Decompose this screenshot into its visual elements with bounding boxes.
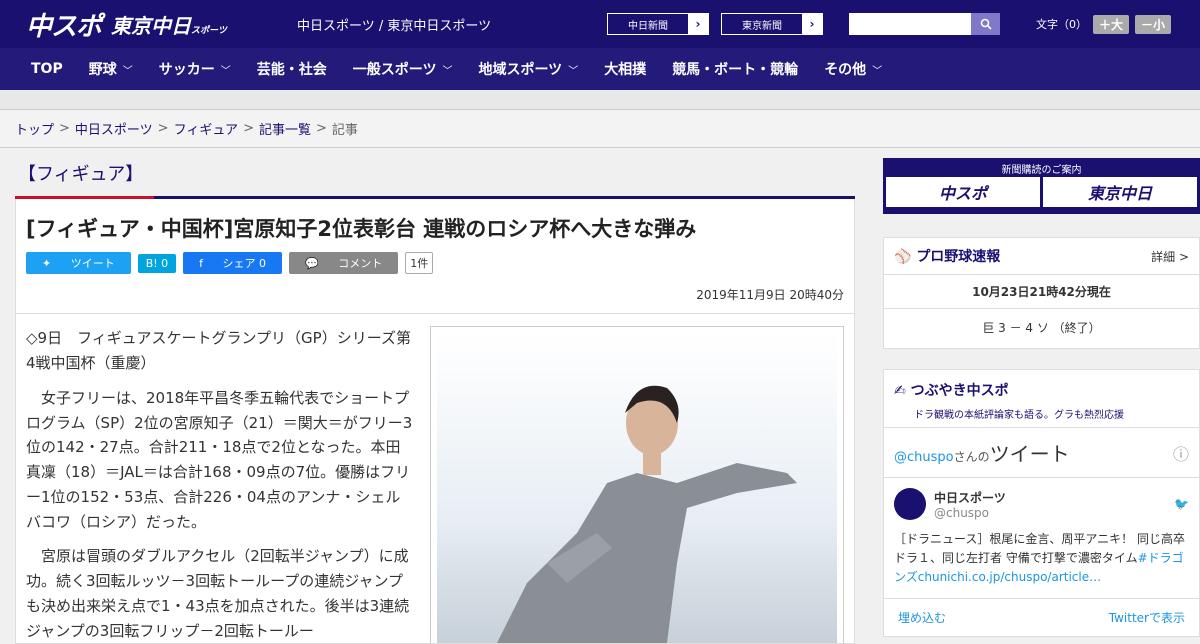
breadcrumb: トップ > 中日スポーツ > フィギュア > 記事一覧 > 記事 — [0, 110, 1200, 148]
hatena-bookmark-button[interactable]: B! 0 — [137, 253, 177, 273]
search-input[interactable] — [849, 13, 971, 35]
ad-band — [0, 90, 1200, 110]
font-size-label: 文字（0） — [1036, 18, 1087, 31]
chevron-down-icon: ﹀ — [872, 66, 883, 77]
twitter-bird-icon[interactable]: 🐦 — [1174, 497, 1189, 511]
subscription-title: 新聞購読のご案内 — [1001, 165, 1082, 176]
tweets-user-link[interactable]: @chuspo — [894, 450, 954, 465]
logo-tokyo-chunichi[interactable]: 東京中日スポーツ — [111, 10, 227, 39]
article-title: [フィギュア・中国杯]宮原知子2位表彰台 連戦のロシア杯へ大きな弾み — [26, 217, 697, 241]
nav-baseball[interactable]: 野球 ﹀ — [76, 59, 146, 79]
twitter-icon: ✦ — [42, 257, 55, 271]
logo-chuspo[interactable]: 中スポ — [26, 6, 102, 43]
site-name: 中日スポーツ / 東京中日スポーツ — [297, 18, 492, 34]
breadcrumb-article-list[interactable]: 記事一覧 — [259, 119, 311, 138]
tweet-text: ［ドラニュース］根尾に金言、周平アニキ！ 同じ高卒ドラ１、同じ左打者 守備で打撃… — [894, 532, 1185, 585]
site-logo[interactable]: 中スポ 東京中日スポーツ — [0, 6, 285, 43]
article-header: [フィギュア・中国杯]宮原知子2位表彰台 連戦のロシア杯へ大きな弾み ✦ ツイー… — [15, 199, 855, 315]
info-icon[interactable]: ⓘ — [1173, 441, 1189, 465]
skater-image — [437, 333, 837, 644]
twitter-widget: ✍ つぶやき中スポ ドラ観戦の本紙評論家も語る。グラも熱烈応援 @chuspoさ… — [883, 369, 1200, 637]
embed-link[interactable]: 埋め込む — [898, 609, 946, 626]
breadcrumb-top[interactable]: トップ — [15, 119, 54, 138]
social-buttons: ✦ ツイート B! 0 f シェア 0 💬 コメント 1件 — [26, 252, 844, 275]
article-paragraph: 宮原は冒頭のダブルアクセル（2回転半ジャンプ）に成功。続く3回転ルッツ－3回転ト… — [26, 547, 410, 640]
chevron-down-icon: ﹀ — [122, 66, 133, 77]
facebook-share-button[interactable]: f シェア 0 — [183, 252, 283, 275]
article-paragraph: ◇9日 フィギュアスケートグランプリ（GP）シリーズ第4戦中国杯（重慶） — [26, 329, 411, 373]
font-smaller-button[interactable]: －小 — [1135, 14, 1172, 34]
tweet-button[interactable]: ✦ ツイート — [26, 252, 131, 275]
pen-icon: ✍ — [894, 383, 911, 399]
top-header: 中スポ 東京中日スポーツ 中日スポーツ / 東京中日スポーツ 中日新聞 › 東京新… — [0, 0, 1200, 48]
comment-button[interactable]: 💬 コメント — [289, 252, 399, 275]
baseball-title: ⚾ プロ野球速報 — [894, 249, 1001, 265]
baseball-scores-widget: ⚾ プロ野球速報 詳細 > 10月23日21時42分現在 巨 3 － 4 ソ （終… — [883, 237, 1200, 349]
chunichi-newspaper-link[interactable]: 中日新聞 › — [607, 13, 709, 35]
comment-count[interactable]: 1件 — [405, 252, 434, 275]
nav-other[interactable]: その他 ﹀ — [811, 59, 895, 79]
breadcrumb-figure[interactable]: フィギュア — [174, 119, 238, 138]
facebook-icon: f — [199, 257, 207, 271]
chevron-down-icon: ﹀ — [568, 66, 579, 77]
chevron-down-icon: ﹀ — [442, 66, 453, 77]
nav-general-sports[interactable]: 一般スポーツ ﹀ — [340, 59, 466, 79]
article-body: ◇9日 フィギュアスケートグランプリ（GP）シリーズ第4戦中国杯（重慶） 女子フ… — [15, 314, 855, 644]
chevron-down-icon: ﹀ — [220, 66, 231, 77]
view-on-twitter-link[interactable]: Twitterで表示 — [1109, 609, 1185, 626]
subscribe-chuspo[interactable]: 中スポ — [886, 177, 1040, 207]
subscribe-tokyo-chunichi[interactable]: 東京中日 — [1043, 177, 1197, 207]
tsubuyaki-subtitle: ドラ観戦の本紙評論家も語る。グラも熱烈応援 — [914, 410, 1124, 421]
category-divider — [15, 196, 855, 199]
tweets-header: @chuspoさんのツイート ⓘ — [884, 427, 1199, 477]
tweet-author-handle[interactable]: @chuspo — [934, 506, 1166, 520]
breadcrumb-chuspo[interactable]: 中日スポーツ — [75, 119, 153, 138]
baseball-more-link[interactable]: 詳細 > — [1151, 248, 1189, 265]
article-photo[interactable] — [430, 326, 844, 644]
tweet-item[interactable]: 中日スポーツ @chuspo 🐦 ［ドラニュース］根尾に金言、周平アニキ！ 同じ高… — [884, 477, 1199, 598]
search-icon — [980, 18, 992, 30]
nav-soccer[interactable]: サッカー ﹀ — [146, 59, 244, 79]
font-larger-button[interactable]: ＋大 — [1093, 14, 1130, 34]
baseball-icon: ⚾ — [894, 249, 917, 265]
tweet-author-name[interactable]: 中日スポーツ — [934, 489, 1166, 506]
nav-local-sports[interactable]: 地域スポーツ ﹀ — [465, 59, 591, 79]
breadcrumb-current: 記事 — [331, 123, 358, 138]
article-date: 2019年11月9日 20時40分 — [696, 288, 844, 303]
nav-racing[interactable]: 競馬・ボート・競輪 — [659, 59, 811, 79]
nav-top[interactable]: TOP — [18, 61, 76, 77]
nav-entertainment[interactable]: 芸能・社会 — [244, 59, 340, 79]
search-form — [849, 13, 1000, 35]
main-nav: TOP 野球 ﹀ サッカー ﹀ 芸能・社会 一般スポーツ ﹀ 地域スポーツ ﹀ 大相撲 … — [0, 48, 1200, 90]
baseball-time: 10月23日21時42分現在 — [884, 275, 1199, 309]
category-heading: 【フィギュア】 — [18, 164, 144, 185]
chevron-right-icon: › — [695, 17, 701, 31]
article-paragraph: 女子フリーは、2018年平昌冬季五輪代表でショートプログラム（SP）2位の宮原知… — [26, 388, 413, 531]
search-button[interactable] — [971, 13, 1000, 35]
chevron-right-icon: › — [809, 17, 815, 31]
tweet-url-link[interactable]: chunichi.co.jp/chuspo/article… — [918, 570, 1101, 584]
font-size-control: 文字（0） ＋大 －小 — [1036, 14, 1172, 34]
comment-icon: 💬 — [305, 257, 323, 271]
nav-sumo[interactable]: 大相撲 — [591, 59, 659, 79]
tsubuyaki-title: つぶやき中スポ — [910, 383, 1009, 399]
subscription-banner[interactable]: 新聞購読のご案内 中スポ 東京中日 — [883, 158, 1200, 214]
baseball-score[interactable]: 巨 3 － 4 ソ （終了） — [884, 309, 1199, 348]
avatar[interactable] — [894, 488, 926, 520]
tokyo-newspaper-link[interactable]: 東京新聞 › — [721, 13, 823, 35]
